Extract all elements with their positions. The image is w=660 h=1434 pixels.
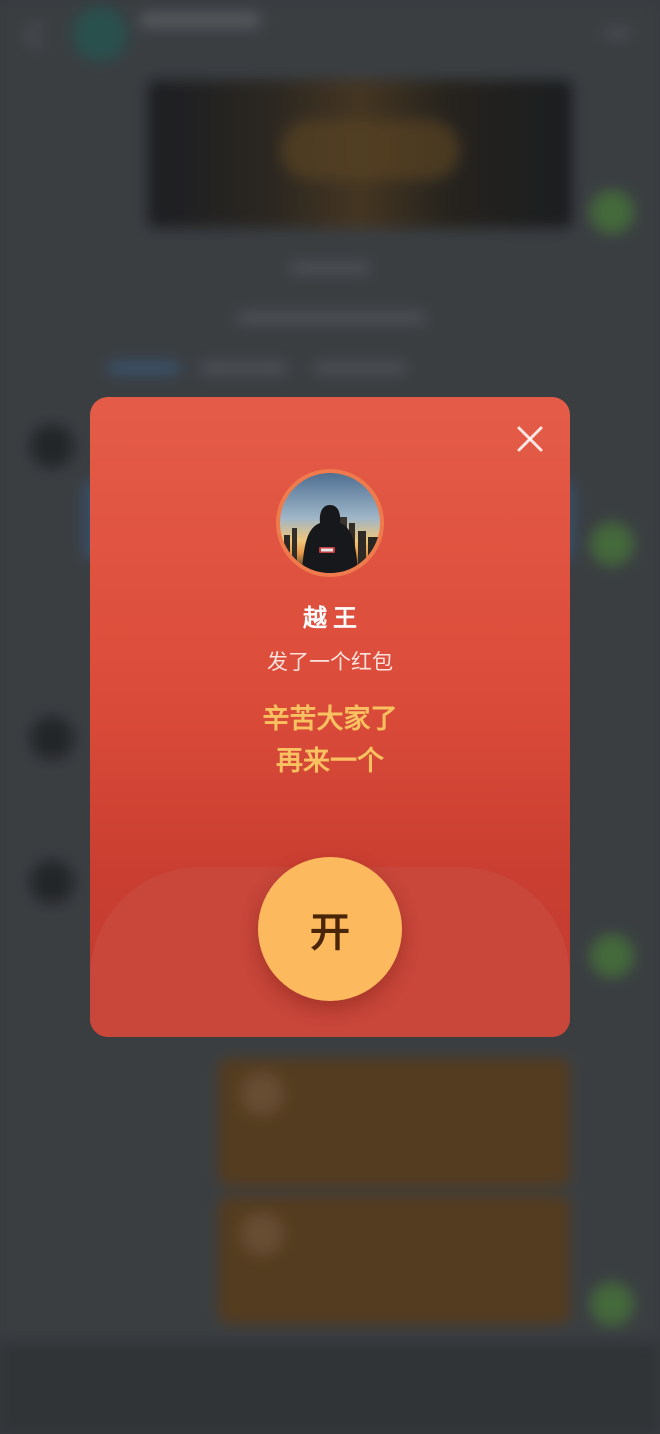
open-button-label: 开 — [310, 910, 350, 956]
red-packet-dialog: 越王 发了一个红包 辛苦大家了 再来一个 开 — [90, 397, 570, 1037]
blessing-line-1: 辛苦大家了 — [262, 704, 398, 735]
close-icon[interactable] — [512, 421, 548, 457]
blessing-message: 辛苦大家了 再来一个 — [90, 699, 570, 783]
sender-avatar — [276, 469, 384, 577]
sender-name: 越王 — [303, 604, 363, 632]
blessing-line-2: 再来一个 — [276, 746, 384, 777]
sent-red-packet-text: 发了一个红包 — [267, 650, 393, 674]
open-button[interactable]: 开 — [258, 857, 402, 1001]
